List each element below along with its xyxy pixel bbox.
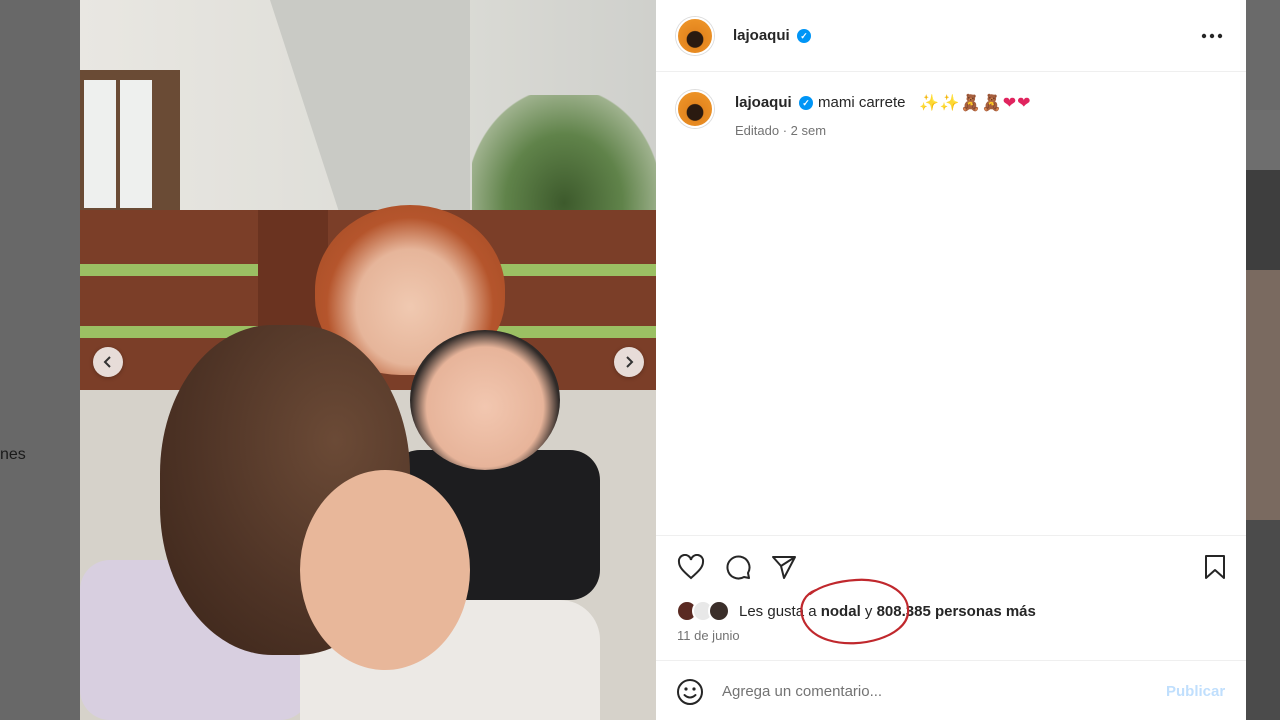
caption-text: mami carrete: [818, 94, 906, 111]
share-button[interactable]: [769, 552, 799, 582]
likes-prefix: Les gusta a: [739, 603, 821, 620]
header-username[interactable]: lajoaqui: [733, 27, 790, 44]
save-button[interactable]: [1200, 552, 1230, 582]
emoji-picker-button[interactable]: [676, 678, 704, 706]
caption-username[interactable]: lajoaqui: [735, 94, 792, 111]
liker-username[interactable]: nodal: [821, 603, 861, 620]
post-sidebar: lajoaqui ✓ lajoaqui ✓ mami carrete ✨✨🧸🧸❤…: [656, 0, 1246, 720]
chevron-right-icon: [626, 356, 634, 368]
next-photo-button[interactable]: [614, 347, 644, 377]
like-button[interactable]: [676, 552, 706, 582]
likes-summary: Les gusta a nodal y 808.385 personas más: [676, 600, 1236, 622]
avatar[interactable]: [676, 17, 714, 55]
comment-bar: Publicar: [656, 660, 1246, 720]
red-heart-icon: ❤: [1017, 95, 1032, 112]
caption-emojis: ✨✨🧸🧸❤❤: [919, 93, 1032, 113]
post-photo: [80, 0, 656, 720]
bookmark-icon: [1205, 555, 1225, 579]
teddy-bear-icon: 🧸: [981, 95, 1003, 112]
verified-badge-icon: ✓: [799, 96, 813, 110]
caption-avatar[interactable]: [676, 90, 714, 128]
comment-input[interactable]: [722, 679, 1142, 703]
likes-text: Les gusta a nodal y 808.385 personas más: [739, 603, 1036, 620]
comment-button[interactable]: [723, 552, 753, 582]
liker-avatar[interactable]: [708, 600, 730, 622]
share-icon: [772, 556, 796, 579]
comment-icon: [726, 555, 751, 580]
more-options-button[interactable]: [1196, 22, 1228, 50]
background-page-right: [1246, 0, 1280, 720]
chevron-left-icon: [103, 356, 111, 368]
publish-button[interactable]: Publicar: [1166, 683, 1225, 700]
action-bar: [656, 535, 1246, 599]
sparkles-icon: ✨: [919, 95, 940, 112]
smiley-icon: [677, 679, 703, 705]
post-date[interactable]: 11 de junio: [677, 628, 740, 643]
red-heart-icon: ❤: [1002, 95, 1018, 112]
sparkles-icon: ✨: [939, 95, 961, 112]
caption-meta: Editado · 2 sem: [735, 123, 827, 138]
likes-count[interactable]: 808.385 personas más: [877, 603, 1036, 620]
likes-middle: y: [860, 603, 877, 620]
verified-badge-icon: ✓: [797, 29, 811, 43]
previous-photo-button[interactable]: [93, 347, 123, 377]
post-header: lajoaqui ✓: [656, 0, 1246, 72]
background-page-left: [0, 0, 80, 720]
background-partial-text: nes: [0, 446, 26, 463]
more-horizontal-icon: [1201, 33, 1223, 39]
heart-icon: [677, 554, 705, 580]
teddy-bear-icon: 🧸: [960, 95, 982, 112]
